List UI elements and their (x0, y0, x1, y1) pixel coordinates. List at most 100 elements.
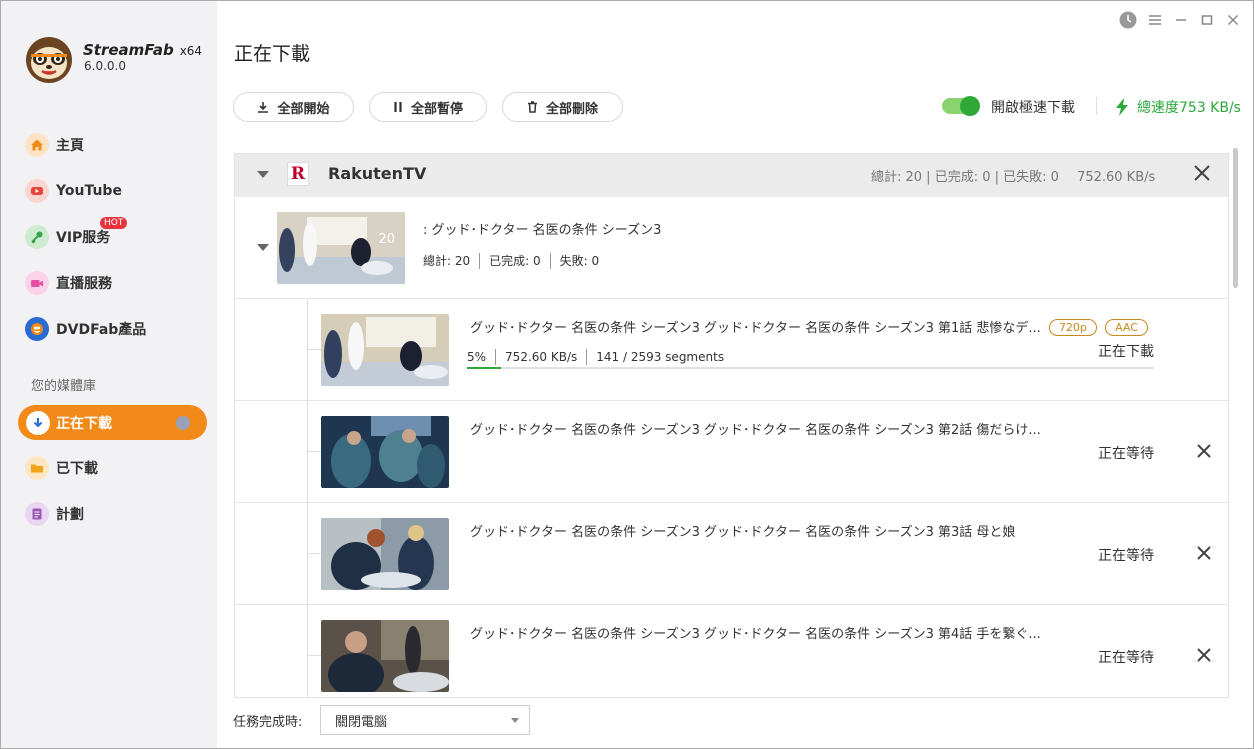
dvdfab-icon (25, 317, 49, 341)
progress-fill (467, 367, 502, 369)
streamfab-logo (26, 37, 72, 83)
group-stats: 總計: 20 | 已完成: 0 | 已失敗: 0 752.60 KB/s (871, 166, 1155, 185)
download-group: R RakutenTV 總計: 20 | 已完成: 0 | 已失敗: 0 752… (234, 153, 1229, 698)
episode-title: グッド･ドクター 名医の条件 シーズン3 グッド･ドクター 名医の条件 シーズン… (470, 423, 1041, 438)
sidebar-item-schedule[interactable]: 計劃 (25, 501, 84, 527)
episode-status: 正在等待 (1098, 650, 1154, 666)
home-icon (25, 133, 49, 157)
episode-thumbnail (321, 620, 449, 692)
delete-all-button[interactable]: 全部刪除 (502, 92, 623, 122)
chevron-down-icon (511, 718, 519, 723)
pause-all-label: 全部暫停 (410, 101, 463, 117)
divider (1096, 97, 1097, 115)
list-item: グッド･ドクター 名医の条件 シーズン3 グッド･ドクター 名医の条件 シーズン… (235, 401, 1228, 503)
app-window: StreamFab x64 6.0.0.0 主頁 YouTube VIP服务 HO… (0, 0, 1254, 749)
start-all-button[interactable]: 全部開始 (233, 92, 354, 122)
minimize-icon[interactable] (1172, 11, 1190, 29)
sidebar-item-vip[interactable]: VIP服务 HOT (25, 217, 128, 250)
list-item: グッド･ドクター 名医の条件 シーズン3 グッド･ドクター 名医の条件 シーズン… (235, 299, 1228, 401)
camera-icon (25, 271, 49, 295)
rakuten-logo: R (287, 162, 309, 186)
delete-all-label: 全部刪除 (545, 101, 598, 117)
sidebar-item-live[interactable]: 直播服務 (25, 270, 112, 296)
sidebar: StreamFab x64 6.0.0.0 主頁 YouTube VIP服务 HO… (1, 1, 217, 748)
sidebar-item-label: YouTube (56, 183, 122, 199)
maximize-icon[interactable] (1198, 11, 1216, 29)
sidebar-item-dvdfab[interactable]: DVDFab產品 (25, 316, 146, 342)
app-arch: x64 (179, 44, 203, 58)
app-version: 6.0.0.0 (84, 59, 126, 73)
download-icon (26, 410, 50, 435)
trash-icon (527, 101, 537, 113)
close-group-icon[interactable] (1193, 164, 1211, 185)
sidebar-item-label: DVDFab產品 (56, 322, 147, 338)
season-stats: 總計: 20 已完成: 0 失敗: 0 (423, 252, 599, 269)
episode-speed: 752.60 KB/s (505, 350, 578, 364)
sidebar-item-label: 已下載 (56, 461, 98, 477)
resolution-badge: 720p (1048, 319, 1097, 336)
on-complete-label: 任務完成時: (233, 715, 303, 730)
close-icon[interactable] (1224, 11, 1242, 29)
episode-title: グッド･ドクター 名医の条件 シーズン3 グッド･ドクター 名医の条件 シーズン… (470, 317, 1148, 336)
season-title: : グッド･ドクター 名医の条件 シーズン3 (423, 223, 662, 238)
on-complete-value: 關閉電腦 (335, 714, 388, 730)
folder-icon (25, 456, 49, 480)
episode-count: 20 (378, 232, 395, 247)
sidebar-item-label: 正在下載 (56, 415, 112, 432)
progress-bar (467, 367, 1154, 369)
season-failed: 失敗: 0 (559, 254, 600, 268)
turbo-toggle[interactable] (942, 96, 980, 116)
toggle-knob (960, 96, 980, 116)
episode-segments: 141 / 2593 segments (596, 350, 725, 364)
list-icon (25, 502, 49, 526)
sidebar-item-home[interactable]: 主頁 (25, 132, 84, 158)
episode-status: 正在下載 (1098, 344, 1154, 360)
remove-item-icon[interactable] (1196, 544, 1212, 564)
list-item: グッド･ドクター 名医の条件 シーズン3 グッド･ドクター 名医の条件 シーズン… (235, 503, 1228, 605)
group-speed: 752.60 KB/s (1077, 170, 1156, 185)
youtube-icon (25, 179, 49, 203)
sidebar-item-label: 主頁 (56, 138, 84, 154)
season-total: 總計: 20 (423, 254, 471, 268)
footer-bar: 任務完成時: 關閉電腦 (217, 698, 1253, 748)
collapse-caret-icon[interactable] (257, 244, 269, 251)
lightning-icon (1116, 98, 1128, 116)
download-icon (258, 102, 269, 113)
collapse-caret-icon[interactable] (257, 171, 269, 178)
episode-thumbnail (321, 314, 449, 386)
on-complete-select[interactable]: 關閉電腦 (320, 705, 530, 735)
season-row: 20 : グッド･ドクター 名医の条件 シーズン3 總計: 20 已完成: 0 … (235, 197, 1228, 299)
start-all-label: 全部開始 (277, 101, 330, 117)
hot-badge: HOT (100, 217, 128, 229)
season-thumbnail: 20 (277, 212, 405, 284)
list-item: グッド･ドクター 名医の条件 シーズン3 グッド･ドクター 名医の条件 シーズン… (235, 605, 1228, 697)
audio-badge: AAC (1105, 319, 1148, 336)
progress-percent: 5% (467, 350, 487, 364)
group-counts: 總計: 20 | 已完成: 0 | 已失敗: 0 (871, 170, 1059, 185)
remove-item-icon[interactable] (1196, 442, 1212, 462)
total-speed-value: 總速度753 KB/s (1137, 100, 1241, 116)
episode-thumbnail (321, 518, 449, 590)
sidebar-item-label: 直播服務 (56, 276, 112, 292)
sidebar-item-downloading[interactable]: 正在下載 (18, 405, 207, 440)
menu-icon[interactable] (1146, 11, 1164, 29)
group-header: R RakutenTV 總計: 20 | 已完成: 0 | 已失敗: 0 752… (235, 154, 1228, 197)
pause-all-button[interactable]: 全部暫停 (369, 92, 487, 122)
library-title: 您的媒體庫 (31, 379, 97, 394)
sidebar-item-label: VIP服务 (56, 230, 111, 246)
episode-title: グッド･ドクター 名医の条件 シーズン3 グッド･ドクター 名医の条件 シーズン… (470, 525, 1016, 540)
sidebar-item-label: 計劃 (56, 507, 84, 523)
app-brand: StreamFab x64 (83, 41, 203, 59)
sidebar-item-downloaded[interactable]: 已下載 (25, 455, 98, 481)
remove-item-icon[interactable] (1196, 646, 1212, 666)
turbo-label: 開啟極速下載 (991, 100, 1075, 116)
page-title: 正在下載 (234, 43, 311, 65)
sidebar-item-youtube[interactable]: YouTube (25, 178, 122, 204)
episode-title: グッド･ドクター 名医の条件 シーズン3 グッド･ドクター 名医の条件 シーズン… (470, 627, 1041, 642)
main-panel: 正在下載 全部開始 全部暫停 全部刪除 開啟極速下載 總速度753 KB/s R… (217, 1, 1253, 748)
episode-thumbnail (321, 416, 449, 488)
episode-stats: 5% 752.60 KB/s 141 / 2593 segments (467, 349, 724, 365)
scrollbar[interactable] (1233, 148, 1238, 288)
history-icon[interactable] (1119, 11, 1137, 29)
episode-status: 正在等待 (1098, 548, 1154, 564)
